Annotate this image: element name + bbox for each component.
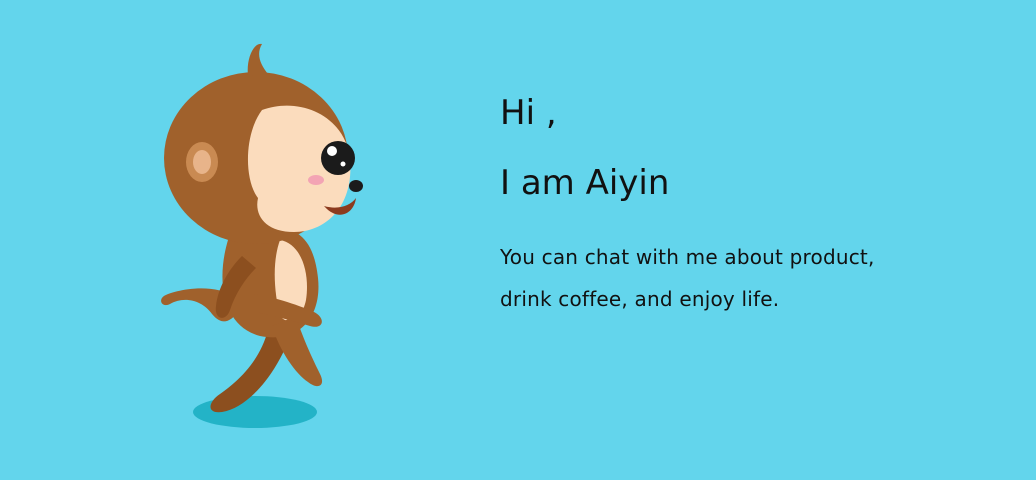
- greeting-hi: Hi ,: [500, 93, 557, 133]
- mascot-hair-tuft: [247, 43, 268, 76]
- mascot-cheek: [308, 175, 324, 185]
- mascot-shadow: [193, 396, 317, 428]
- mascot-nose: [349, 180, 363, 192]
- description-line-1: You can chat with me about product,: [500, 245, 875, 269]
- greeting-intro: I am Aiyin: [500, 163, 670, 203]
- mascot-eye: [321, 141, 355, 175]
- mascot-ear-inner: [193, 150, 211, 174]
- greeting-block: Hi , I am Aiyin You can chat with me abo…: [500, 88, 1000, 320]
- mascot-eye-shine-small: [340, 161, 346, 167]
- greeting-description: You can chat with me about product, drin…: [500, 236, 1000, 320]
- description-line-2: drink coffee, and enjoy life.: [500, 287, 780, 311]
- monkey-mascot-icon: [161, 43, 363, 428]
- mascot-eye-shine: [327, 146, 337, 156]
